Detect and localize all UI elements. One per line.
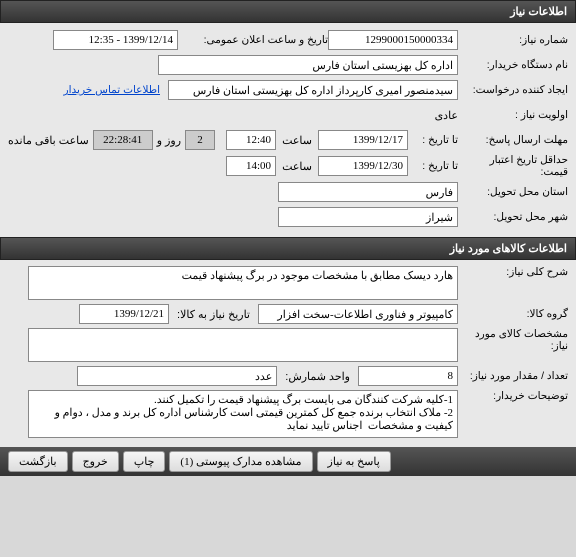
goods-spec-label: مشخصات کالای مورد نیاز: (458, 328, 568, 352)
buyer-contact-link[interactable]: اطلاعات تماس خریدار (64, 84, 160, 96)
button-bar: پاسخ به نیاز مشاهده مدارک پیوستی (1) چاپ… (0, 447, 576, 476)
to-date-label-2: تا تاریخ : (408, 160, 458, 172)
need-date-input[interactable] (79, 304, 169, 324)
to-date-label: تا تاریخ : (408, 134, 458, 146)
unit-label: واحد شمارش: (277, 370, 358, 383)
validity-date-input[interactable] (318, 156, 408, 176)
general-desc-label: شرح کلی نیاز: (458, 266, 568, 278)
public-announce-input[interactable] (53, 30, 178, 50)
days-count-input (185, 130, 215, 150)
exit-button[interactable]: خروج (72, 451, 119, 472)
time-label-2: ساعت (276, 160, 318, 173)
goods-spec-textarea[interactable] (28, 328, 458, 362)
deadline-date-input[interactable] (318, 130, 408, 150)
deadline-time-input[interactable] (226, 130, 276, 150)
view-attachments-button[interactable]: مشاهده مدارک پیوستی (1) (169, 451, 312, 472)
respond-button[interactable]: پاسخ به نیاز (317, 451, 391, 472)
quantity-label: تعداد / مقدار مورد نیاز: (458, 370, 568, 382)
delivery-city-input[interactable] (278, 207, 458, 227)
back-button[interactable]: بازگشت (8, 451, 68, 472)
goods-group-label: گروه کالا: (458, 308, 568, 320)
need-info-header: اطلاعات نیاز (0, 0, 576, 23)
priority-label: اولویت نیاز : (458, 109, 568, 121)
priority-value: عادی (435, 109, 458, 122)
buyer-notes-textarea[interactable] (28, 390, 458, 438)
delivery-province-label: استان محل تحویل: (458, 186, 568, 198)
public-announce-label: تاریخ و ساعت اعلان عمومی: (178, 34, 328, 46)
print-button[interactable]: چاپ (123, 451, 166, 472)
time-label-1: ساعت (276, 134, 318, 147)
min-validity-label: حداقل تاریخ اعتبار قیمت: (458, 154, 568, 178)
response-deadline-label: مهلت ارسال پاسخ: (458, 134, 568, 146)
validity-time-input[interactable] (226, 156, 276, 176)
goods-group-input[interactable] (258, 304, 458, 324)
quantity-input[interactable] (358, 366, 458, 386)
delivery-province-input[interactable] (278, 182, 458, 202)
requester-input[interactable] (168, 80, 458, 100)
need-number-input[interactable] (328, 30, 458, 50)
general-desc-textarea[interactable] (28, 266, 458, 300)
requester-label: ایجاد کننده درخواست: (458, 84, 568, 96)
need-info-form: شماره نیاز: تاریخ و ساعت اعلان عمومی: نا… (0, 23, 576, 237)
countdown-input (93, 130, 153, 150)
delivery-city-label: شهر محل تحویل: (458, 211, 568, 223)
buyer-notes-label: توضیحات خریدار: (458, 390, 568, 402)
unit-input[interactable] (77, 366, 277, 386)
days-label: روز و (153, 134, 185, 147)
buyer-org-label: نام دستگاه خریدار: (458, 59, 568, 71)
goods-info-header: اطلاعات کالاهای مورد نیاز (0, 237, 576, 260)
need-date-label: تاریخ نیاز به کالا: (169, 308, 258, 321)
buyer-org-input[interactable] (158, 55, 458, 75)
goods-info-form: شرح کلی نیاز: گروه کالا: تاریخ نیاز به ک… (0, 260, 576, 447)
need-number-label: شماره نیاز: (458, 34, 568, 46)
remaining-label: ساعت باقی مانده (8, 134, 93, 147)
